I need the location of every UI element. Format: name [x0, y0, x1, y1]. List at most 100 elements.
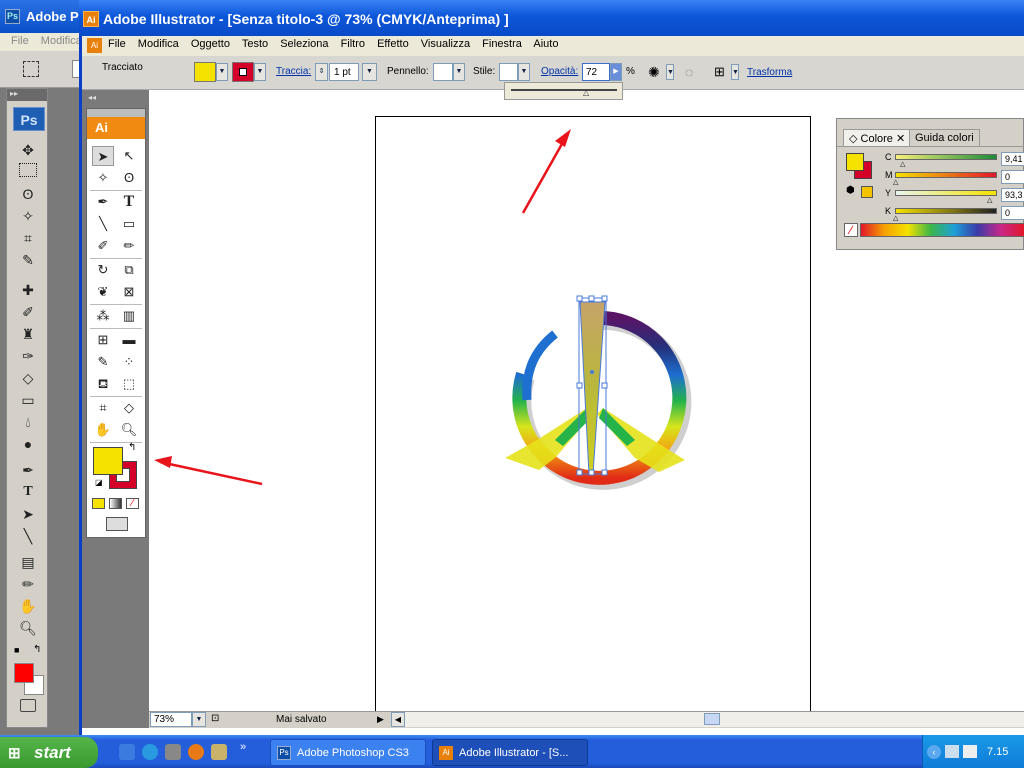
- opacity-field[interactable]: 72: [582, 63, 610, 81]
- peace-symbol-artwork[interactable]: [495, 290, 695, 500]
- opacity-slider-thumb-icon[interactable]: △: [583, 88, 589, 97]
- selection-tool-icon[interactable]: ➤: [92, 146, 114, 166]
- opacity-slider-track[interactable]: [511, 89, 617, 91]
- quicklaunch-more-icon[interactable]: »: [240, 741, 246, 753]
- screen-mode-icon[interactable]: [106, 517, 128, 531]
- line-tool-icon[interactable]: ╲: [17, 527, 39, 545]
- style-dropdown-icon[interactable]: ▼: [518, 63, 530, 81]
- free-transform-tool-icon[interactable]: ⊠: [118, 282, 140, 302]
- tools-panel-header[interactable]: [87, 109, 145, 117]
- type-tool-icon[interactable]: T: [17, 483, 39, 501]
- mesh-tool-icon[interactable]: ⊞: [92, 330, 114, 350]
- line-segment-tool-icon[interactable]: ╲: [92, 214, 114, 234]
- healing-brush-tool-icon[interactable]: ✚: [17, 281, 39, 299]
- color-mode-icon[interactable]: [92, 498, 105, 509]
- start-button[interactable]: ⊞ start: [0, 737, 98, 768]
- taskbar-photoshop[interactable]: Ps Adobe Photoshop CS3: [270, 739, 426, 766]
- selected-path[interactable]: [576, 295, 608, 476]
- taskbar-illustrator[interactable]: Ai Adobe Illustrator - [S...: [432, 739, 588, 766]
- direct-selection-tool-icon[interactable]: ↖: [118, 146, 140, 166]
- rectangle-tool-icon[interactable]: ▭: [118, 214, 140, 234]
- eraser-tool-icon[interactable]: ◇: [118, 398, 140, 418]
- tray-expand-icon[interactable]: ‹: [927, 745, 941, 759]
- fill-swatch[interactable]: [93, 447, 123, 475]
- panel-collapse-icon[interactable]: ◂◂: [88, 93, 96, 102]
- live-paint-bucket-tool-icon[interactable]: ⛾: [92, 374, 114, 394]
- stroke-weight-dropdown-icon[interactable]: ▼: [362, 63, 377, 81]
- zoom-dropdown-icon[interactable]: ▼: [192, 712, 206, 727]
- recolor-artwork-icon[interactable]: ✺: [648, 64, 660, 81]
- internet-explorer-icon[interactable]: [142, 744, 158, 760]
- menu-finestra[interactable]: Finestra: [482, 38, 522, 50]
- notes-tool-icon[interactable]: ▤: [17, 553, 39, 571]
- gradient-tool-icon[interactable]: ▭: [17, 391, 39, 409]
- brush-tool-icon[interactable]: ✐: [17, 303, 39, 321]
- swap-colors-icon[interactable]: ↰: [33, 644, 41, 655]
- pen-tool-icon[interactable]: ✒: [92, 192, 114, 212]
- scale-tool-icon[interactable]: ⧉: [118, 260, 140, 280]
- default-fill-stroke-icon[interactable]: ◪: [95, 478, 103, 487]
- tab-guida-colori[interactable]: Guida colori: [909, 129, 980, 146]
- pen-tool-icon[interactable]: ✒: [17, 461, 39, 479]
- brush-dropdown-icon[interactable]: ▼: [453, 63, 465, 81]
- panel-collapse-icon[interactable]: ▸▸: [7, 89, 47, 101]
- gradient-mode-icon[interactable]: [109, 498, 122, 509]
- menu-effetto[interactable]: Effetto: [377, 38, 409, 50]
- gradient-tool-icon[interactable]: ▬: [118, 330, 140, 350]
- isolate-group-icon[interactable]: ◌: [685, 64, 693, 80]
- network-icon[interactable]: [945, 745, 959, 758]
- default-colors-icon[interactable]: ■: [14, 645, 19, 655]
- menu-visualizza[interactable]: Visualizza: [421, 38, 470, 50]
- menu-testo[interactable]: Testo: [242, 38, 268, 50]
- brush-selector[interactable]: [433, 63, 453, 81]
- slice-tool-icon[interactable]: ✎: [17, 251, 39, 269]
- menu-modifica[interactable]: Modifica: [138, 38, 179, 50]
- style-selector[interactable]: [499, 63, 518, 81]
- ps-menu-modifica[interactable]: Modifica: [41, 35, 82, 47]
- fill-dropdown-icon[interactable]: ▼: [216, 63, 228, 81]
- tab-colore[interactable]: ◇ Colore ✕: [843, 129, 912, 146]
- warp-tool-icon[interactable]: ❦: [92, 282, 114, 302]
- menu-seleziona[interactable]: Seleziona: [280, 38, 328, 50]
- menu-filtro[interactable]: Filtro: [341, 38, 365, 50]
- scroll-left-icon[interactable]: ◀: [391, 712, 405, 727]
- rotate-tool-icon[interactable]: ↻: [92, 260, 114, 280]
- marquee-option-icon[interactable]: [23, 61, 39, 77]
- scrollbar-thumb[interactable]: [704, 713, 720, 725]
- media-icon[interactable]: [165, 744, 181, 760]
- swap-fill-stroke-icon[interactable]: ↰: [128, 442, 136, 453]
- align-dropdown-icon[interactable]: ▼: [731, 64, 739, 80]
- panel-fill-swatch[interactable]: [846, 153, 864, 171]
- path-selection-tool-icon[interactable]: ➤: [17, 505, 39, 523]
- photoshop-title-bar[interactable]: Ps Adobe P: [0, 0, 90, 33]
- ps-menu-file[interactable]: File: [11, 35, 29, 47]
- quick-mask-icon[interactable]: [20, 699, 36, 712]
- zoom-field[interactable]: 73%: [150, 712, 192, 727]
- opacity-label[interactable]: Opacità:: [541, 66, 578, 77]
- symbol-sprayer-tool-icon[interactable]: ⁂: [92, 306, 114, 326]
- pencil-tool-icon[interactable]: ✏: [118, 236, 140, 256]
- hand-tool-icon[interactable]: ✋: [17, 597, 39, 615]
- gamut-color-swatch[interactable]: [861, 186, 873, 198]
- illustrator-title-bar[interactable]: Ai Adobe Illustrator - [Senza titolo-3 @…: [79, 0, 1024, 36]
- stroke-label[interactable]: Traccia:: [276, 66, 311, 77]
- firefox-icon[interactable]: [188, 744, 204, 760]
- app-icon[interactable]: [211, 744, 227, 760]
- menu-oggetto[interactable]: Oggetto: [191, 38, 230, 50]
- out-of-gamut-icon[interactable]: ⬢: [846, 185, 855, 196]
- history-brush-tool-icon[interactable]: ✑: [17, 347, 39, 365]
- recolor-dropdown-icon[interactable]: ▼: [666, 64, 674, 80]
- zoom-tool-icon[interactable]: 🔍︎: [17, 619, 39, 637]
- stroke-dropdown-icon[interactable]: ▼: [254, 63, 266, 81]
- horizontal-scrollbar[interactable]: [405, 712, 1024, 727]
- transform-link[interactable]: Trasforma: [747, 67, 792, 78]
- window-menu-icon[interactable]: Ai: [87, 38, 102, 53]
- status-expand-icon[interactable]: ▶: [377, 714, 384, 725]
- desktop-icon[interactable]: [119, 744, 135, 760]
- dodge-tool-icon[interactable]: ●: [17, 435, 39, 453]
- crop-tool-icon[interactable]: ⌗: [17, 229, 39, 247]
- type-tool-icon[interactable]: T: [118, 192, 140, 212]
- blur-tool-icon[interactable]: 💧︎: [17, 413, 39, 431]
- blend-tool-icon[interactable]: ⁘: [118, 352, 140, 372]
- mail-icon[interactable]: [963, 745, 977, 758]
